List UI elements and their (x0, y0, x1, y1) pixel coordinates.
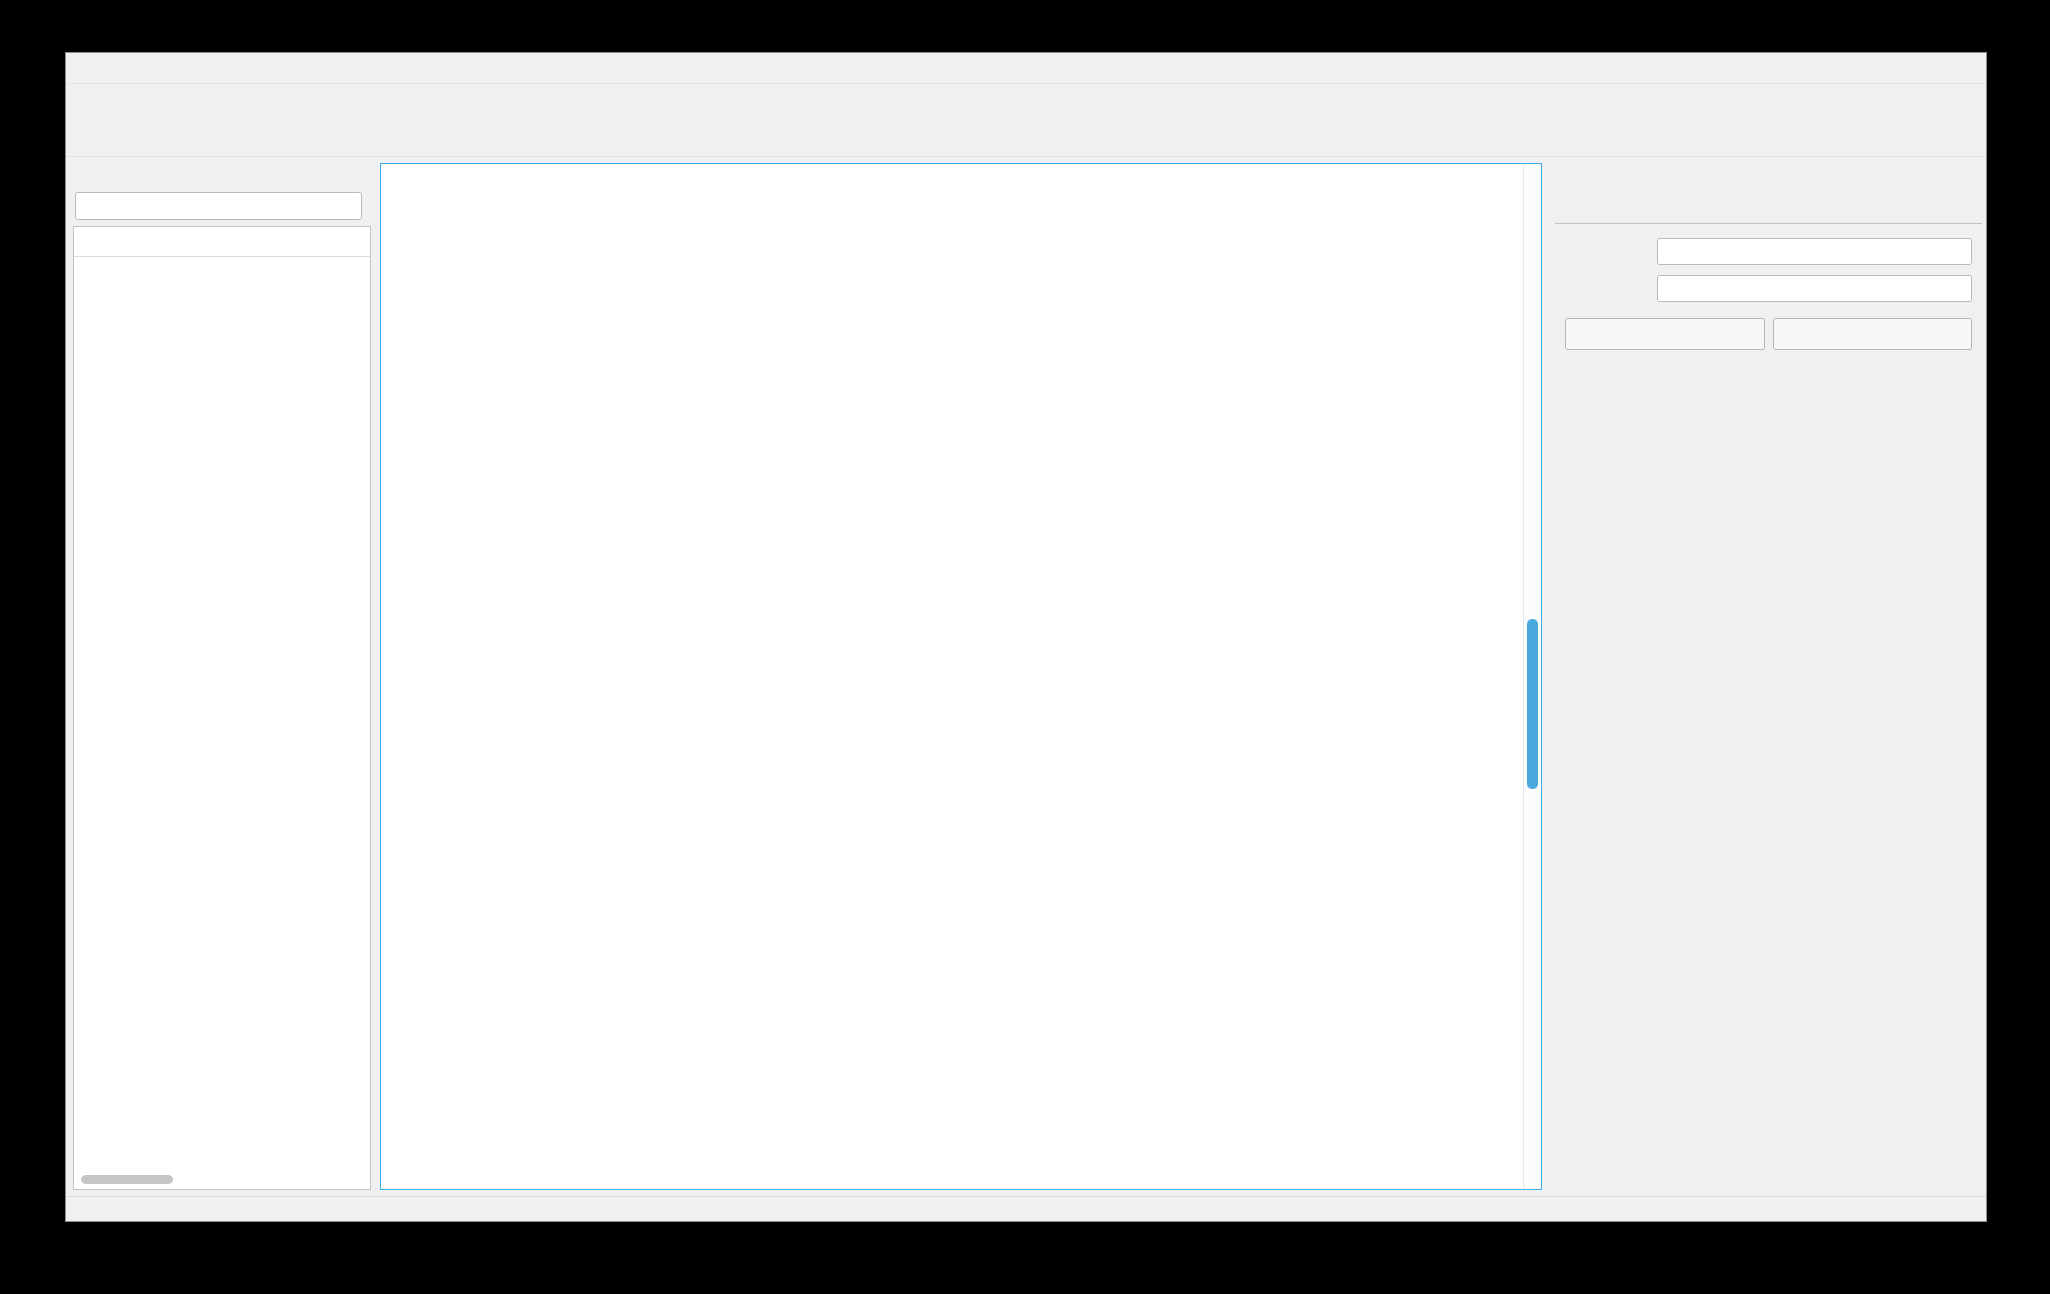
restart-backend-button[interactable] (1772, 318, 1972, 350)
search-input[interactable] (75, 192, 362, 220)
labplot-window (65, 52, 1987, 1222)
name-input[interactable] (1657, 238, 1972, 265)
backend-dock-header (1555, 163, 1982, 191)
project-explorer-dock (73, 163, 371, 1190)
evaluate-worksheet-button[interactable] (1565, 318, 1765, 350)
statusbar (66, 1196, 1986, 1221)
scrollbar-thumb[interactable] (1527, 619, 1538, 789)
backend-tabs (1555, 193, 1982, 224)
comment-input[interactable] (1657, 275, 1972, 302)
titlebar[interactable] (66, 53, 1986, 84)
project-tree (73, 226, 371, 1190)
backend-dock (1555, 163, 1982, 1190)
tree-header (74, 227, 370, 257)
toolbar (66, 113, 1986, 157)
search-row (73, 191, 371, 226)
notebook-view (380, 163, 1542, 1190)
menubar (66, 84, 1986, 113)
workspace (66, 157, 1986, 1196)
backend-panel-body (1555, 224, 1982, 1190)
notebook-content (381, 164, 1524, 1189)
project-explorer-header (73, 163, 371, 191)
horizontal-scrollbar[interactable] (81, 1175, 173, 1184)
notebook-scrollbar[interactable] (1523, 164, 1541, 1189)
